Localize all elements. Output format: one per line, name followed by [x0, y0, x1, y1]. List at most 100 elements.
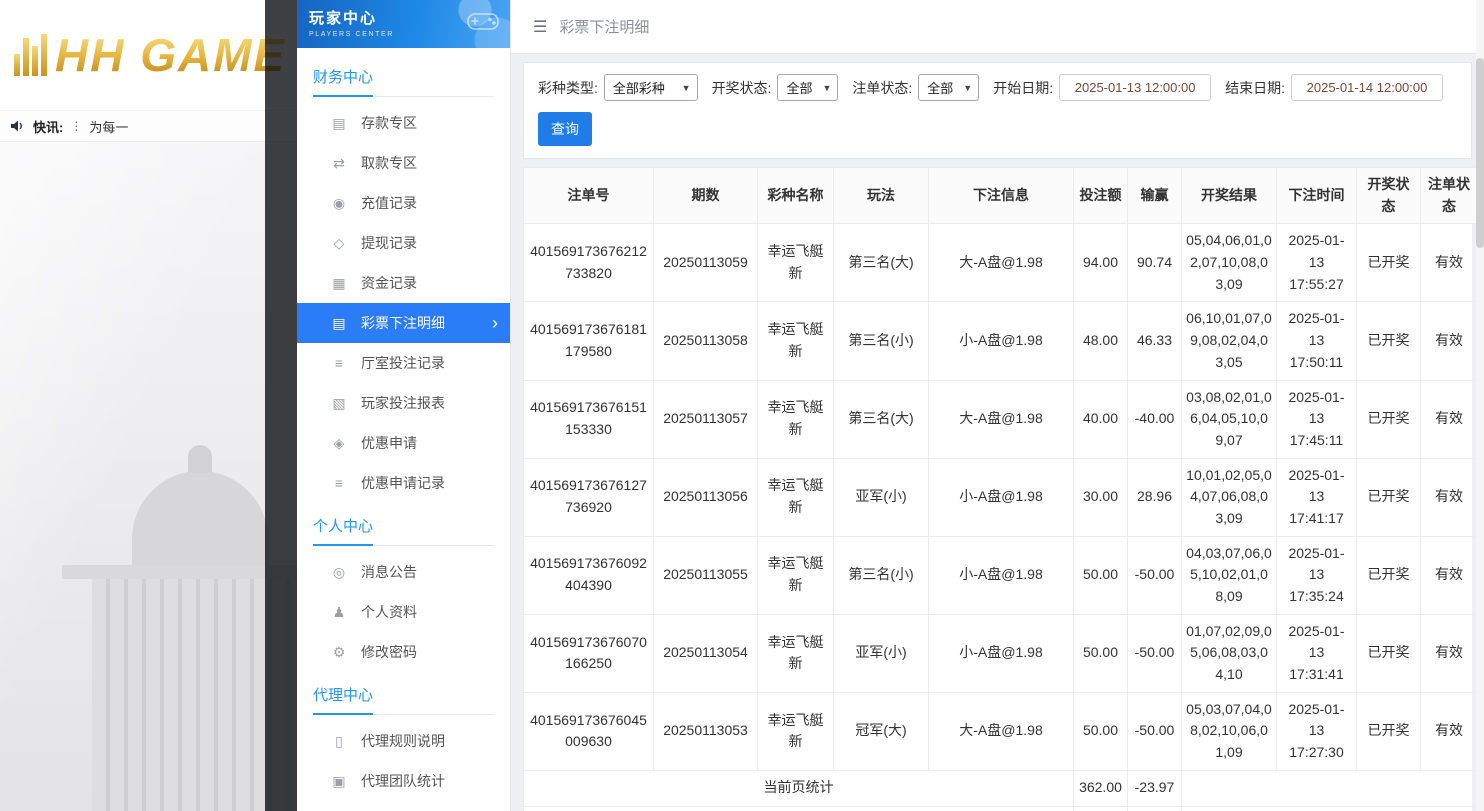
sidebar-item-label: 优惠申请记录 — [361, 473, 445, 493]
sidebar-item-lottery-bet-details[interactable]: ▤彩票下注明细› — [297, 303, 510, 343]
cell-winloss: -40.00 — [1128, 380, 1182, 458]
sidebar-item-player-bet-report[interactable]: ▧玩家投注报表 — [297, 383, 510, 423]
cell-result: 03,08,02,01,06,04,05,10,09,07 — [1182, 380, 1277, 458]
cell-amount: 50.00 — [1074, 614, 1128, 692]
sidebar-item-profile[interactable]: ♟个人资料 — [297, 592, 510, 632]
end-date-input[interactable] — [1291, 74, 1443, 101]
summary-empty — [1182, 770, 1478, 806]
cell-result: 06,10,01,07,09,08,02,04,03,05 — [1182, 302, 1277, 380]
cell-result: 10,01,02,05,04,07,06,08,03,09 — [1182, 458, 1277, 536]
cell-order-id: 401569173676070166250 — [524, 614, 654, 692]
cell-play: 第三名(大) — [834, 380, 929, 458]
table-row: 40156917367621273382020250113059幸运飞艇新第三名… — [524, 224, 1478, 302]
cell-order-id: 401569173676127736920 — [524, 458, 654, 536]
main-panel: ☰ 彩票下注明细 彩种类型: 全部彩种 ▼ 开奖状态: 全部 ▼ 注单状态: 全… — [511, 0, 1484, 811]
cell-order-status: 有效 — [1421, 536, 1478, 614]
sidebar-item-change-password[interactable]: ⚙修改密码 — [297, 632, 510, 672]
column-header: 玩法 — [834, 168, 929, 224]
sidebar-item-label: 优惠申请 — [361, 433, 417, 453]
cell-order-status: 有效 — [1421, 302, 1478, 380]
sidebar-item-promo-apply[interactable]: ◈ 优惠申请 — [297, 423, 510, 463]
cell-winloss: -50.00 — [1128, 614, 1182, 692]
sidebar-item-label: 资金记录 — [361, 273, 417, 293]
site-logo[interactable]: HH GAME — [14, 28, 286, 82]
cell-time: 2025-01-13 17:35:24 — [1277, 536, 1357, 614]
cell-winloss: 46.33 — [1128, 302, 1182, 380]
cell-play: 亚军(小) — [834, 458, 929, 536]
cell-play: 第三名(大) — [834, 224, 929, 302]
sidebar-item-hall-bet-records[interactable]: ≡厅室投注记录 — [297, 343, 510, 383]
cell-draw-status: 已开奖 — [1357, 302, 1421, 380]
summary-amount: 362.00 — [1074, 770, 1128, 806]
lottery-type-value: 全部彩种 — [613, 78, 665, 97]
scrollbar[interactable] — [1476, 0, 1484, 811]
cell-period: 20250113054 — [654, 614, 758, 692]
draw-status-label: 开奖状态: — [712, 78, 772, 98]
cell-period: 20250113057 — [654, 380, 758, 458]
order-status-select[interactable]: 全部 ▼ — [918, 74, 979, 101]
query-button[interactable]: 查询 — [538, 112, 592, 146]
cell-period: 20250113055 — [654, 536, 758, 614]
table-row: 40156917367615115333020250113057幸运飞艇新第三名… — [524, 380, 1478, 458]
cell-amount: 50.00 — [1074, 692, 1128, 770]
wallet-icon: ▦ — [331, 275, 347, 292]
money-bag-icon: ◉ — [331, 195, 347, 212]
bet-table-card: 注单号期数彩种名称玩法下注信息投注额输赢开奖结果下注时间开奖状态注单状态 401… — [523, 167, 1472, 811]
sidebar-item-messages[interactable]: ◎消息公告 — [297, 552, 510, 592]
cell-amount: 94.00 — [1074, 224, 1128, 302]
sidebar-item-label: 充值记录 — [361, 193, 417, 213]
ticker-text: 为每一 — [89, 117, 128, 136]
header-row: 注单号期数彩种名称玩法下注信息投注额输赢开奖结果下注时间开奖状态注单状态 — [524, 168, 1478, 224]
start-date-input[interactable] — [1059, 74, 1211, 101]
cell-amount: 50.00 — [1074, 536, 1128, 614]
sidebar-item-label: 彩票下注明细 — [361, 313, 445, 333]
cell-order-status: 有效 — [1421, 692, 1478, 770]
speaker-icon — [10, 119, 26, 133]
cell-bet-info: 小-A盘@1.98 — [929, 614, 1074, 692]
sidebar-item-agent-rules[interactable]: ▯代理规则说明 — [297, 721, 510, 761]
sidebar-item-label: 提现记录 — [361, 233, 417, 253]
lottery-type-select[interactable]: 全部彩种 ▼ — [604, 74, 698, 101]
sidebar-item-agent-team-stats[interactable]: ▣代理团队统计 — [297, 761, 510, 801]
cell-period: 20250113059 — [654, 224, 758, 302]
cell-amount: 40.00 — [1074, 380, 1128, 458]
sidebar-item-withdraw-area[interactable]: ⇄取款专区 — [297, 143, 510, 183]
summary-winloss: -23.97 — [1128, 770, 1182, 806]
ticker-label: 快讯: — [33, 117, 63, 136]
cell-period: 20250113053 — [654, 692, 758, 770]
page-title: 彩票下注明细 — [559, 16, 649, 37]
sidebar-item-deposit-area[interactable]: ▤存款专区 — [297, 103, 510, 143]
gift-icon: ◈ — [331, 435, 347, 452]
column-header: 下注信息 — [929, 168, 1074, 224]
table-row: 40156917367618117958020250113058幸运飞艇新第三名… — [524, 302, 1478, 380]
cell-time: 2025-01-13 17:31:41 — [1277, 614, 1357, 692]
cell-time: 2025-01-13 17:50:11 — [1277, 302, 1357, 380]
cell-time: 2025-01-13 17:45:11 — [1277, 380, 1357, 458]
summary-winloss: -23.97 — [1128, 806, 1182, 811]
screen: HH GAME 快讯: ⋮ 为每一 玩家中心 PLAYERS CENTER — [0, 0, 1484, 811]
sidebar: 玩家中心 PLAYERS CENTER 财务中心▤存款专区⇄取款专区◉充值记录◇… — [297, 0, 511, 811]
column-header: 注单状态 — [1421, 168, 1478, 224]
menu-icon[interactable]: ☰ — [533, 17, 547, 37]
modal-backdrop[interactable] — [265, 0, 297, 811]
cell-order-status: 有效 — [1421, 224, 1478, 302]
sidebar-item-label: 存款专区 — [361, 113, 417, 133]
sidebar-item-funds-records[interactable]: ▦ 资金记录 — [297, 263, 510, 303]
column-header: 注单号 — [524, 168, 654, 224]
cell-result: 05,04,06,01,02,07,10,08,03,09 — [1182, 224, 1277, 302]
scrollbar-thumb[interactable] — [1476, 58, 1484, 248]
cell-period: 20250113056 — [654, 458, 758, 536]
table-row: 40156917367607016625020250113054幸运飞艇新亚军(… — [524, 614, 1478, 692]
draw-status-select[interactable]: 全部 ▼ — [777, 74, 838, 101]
sidebar-item-recharge-records[interactable]: ◉ 充值记录 — [297, 183, 510, 223]
cell-lottery: 幸运飞艇新 — [758, 692, 834, 770]
cell-play: 第三名(小) — [834, 536, 929, 614]
table-row: 40156917367604500963020250113053幸运飞艇新冠军(… — [524, 692, 1478, 770]
sidebar-item-withdraw-records[interactable]: ◇提现记录 — [297, 223, 510, 263]
document-icon: ▯ — [331, 733, 347, 750]
column-header: 彩种名称 — [758, 168, 834, 224]
filter-panel: 彩种类型: 全部彩种 ▼ 开奖状态: 全部 ▼ 注单状态: 全部 ▼ 开始日期:… — [523, 62, 1472, 159]
sidebar-item-promo-apply-records[interactable]: ≡优惠申请记录 — [297, 463, 510, 503]
cell-draw-status: 已开奖 — [1357, 224, 1421, 302]
summary-empty — [1182, 806, 1478, 811]
